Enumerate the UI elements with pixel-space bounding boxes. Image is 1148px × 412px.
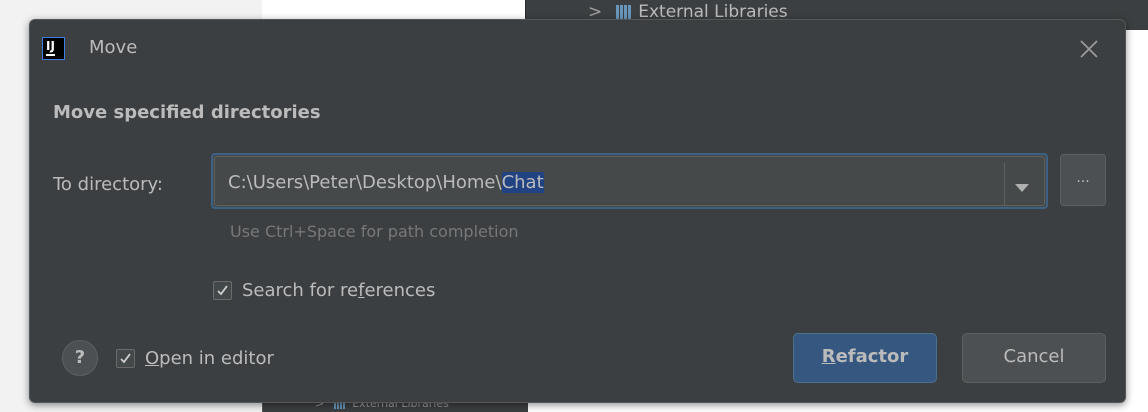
- open-in-editor-checkbox[interactable]: Open in editor: [116, 348, 274, 369]
- checkbox-checked-icon[interactable]: [116, 349, 135, 368]
- directory-input[interactable]: C:\Users\Peter\Desktop\Home\Chat: [228, 172, 544, 193]
- app-icon-text: IJ: [46, 39, 55, 53]
- help-button[interactable]: ?: [62, 340, 98, 376]
- dialog-heading: Move specified directories: [53, 102, 321, 123]
- checkbox-checked-icon[interactable]: [213, 281, 232, 300]
- directory-path: C:\Users\Peter\Desktop\Home\: [228, 172, 502, 193]
- search-references-checkbox[interactable]: Search for references: [213, 280, 435, 301]
- title-bar[interactable]: IJ Move: [30, 20, 1125, 78]
- browse-button[interactable]: ...: [1060, 154, 1106, 206]
- directory-combobox[interactable]: C:\Users\Peter\Desktop\Home\Chat: [211, 153, 1048, 209]
- dialog-title: Move: [89, 37, 138, 58]
- open-in-editor-label: Open in editor: [145, 348, 274, 369]
- close-icon[interactable]: [1078, 38, 1100, 60]
- to-directory-label: To directory:: [53, 174, 163, 195]
- intellij-icon: IJ: [42, 37, 65, 60]
- search-references-label: Search for references: [242, 280, 436, 301]
- cancel-button[interactable]: Cancel: [962, 333, 1106, 383]
- dropdown-arrow-icon[interactable]: [1015, 178, 1029, 197]
- refactor-button[interactable]: Refactor: [793, 333, 937, 383]
- selected-text: Chat: [501, 172, 544, 193]
- path-completion-hint: Use Ctrl+Space for path completion: [230, 222, 519, 241]
- move-dialog: IJ Move Move specified directories To di…: [29, 19, 1126, 403]
